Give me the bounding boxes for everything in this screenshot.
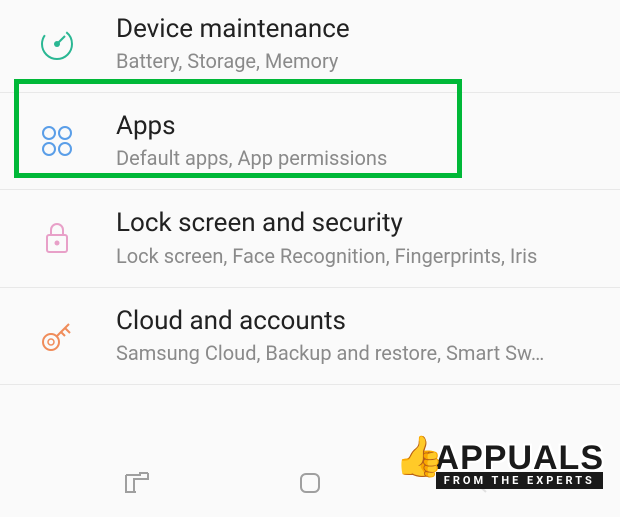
settings-item-subtitle: Battery, Storage, Memory <box>116 48 602 74</box>
watermark-text-main: APPUALS <box>435 443 604 474</box>
watermark: 👍 APPUALS FROM THE EXPERTS <box>435 443 604 489</box>
settings-item-title: Lock screen and security <box>116 208 602 239</box>
maintenance-icon <box>36 23 78 65</box>
settings-item-device-maintenance[interactable]: Device maintenance Battery, Storage, Mem… <box>0 0 620 93</box>
settings-item-subtitle: Default apps, App permissions <box>116 145 602 171</box>
watermark-text-sub: FROM THE EXPERTS <box>436 472 603 489</box>
recents-button[interactable] <box>119 465 155 501</box>
settings-list: Device maintenance Battery, Storage, Mem… <box>0 0 620 385</box>
settings-item-text: Apps Default apps, App permissions <box>116 111 602 171</box>
settings-item-subtitle: Samsung Cloud, Backup and restore, Smart… <box>116 340 602 366</box>
settings-item-text: Lock screen and security Lock screen, Fa… <box>116 208 602 268</box>
settings-item-title: Apps <box>116 111 602 142</box>
apps-icon <box>36 120 78 162</box>
settings-item-title: Device maintenance <box>116 14 602 45</box>
settings-item-text: Device maintenance Battery, Storage, Mem… <box>116 14 602 74</box>
settings-item-cloud-accounts[interactable]: Cloud and accounts Samsung Cloud, Backup… <box>0 288 620 385</box>
settings-item-subtitle: Lock screen, Face Recognition, Fingerpri… <box>116 243 602 269</box>
thumbs-up-icon: 👍 <box>395 433 445 480</box>
settings-item-title: Cloud and accounts <box>116 306 602 337</box>
settings-item-text: Cloud and accounts Samsung Cloud, Backup… <box>116 306 602 366</box>
settings-item-lock-screen-security[interactable]: Lock screen and security Lock screen, Fa… <box>0 190 620 287</box>
settings-item-apps[interactable]: Apps Default apps, App permissions <box>0 93 620 190</box>
key-icon <box>36 315 78 357</box>
lock-icon <box>36 217 78 259</box>
home-button[interactable] <box>292 465 328 501</box>
